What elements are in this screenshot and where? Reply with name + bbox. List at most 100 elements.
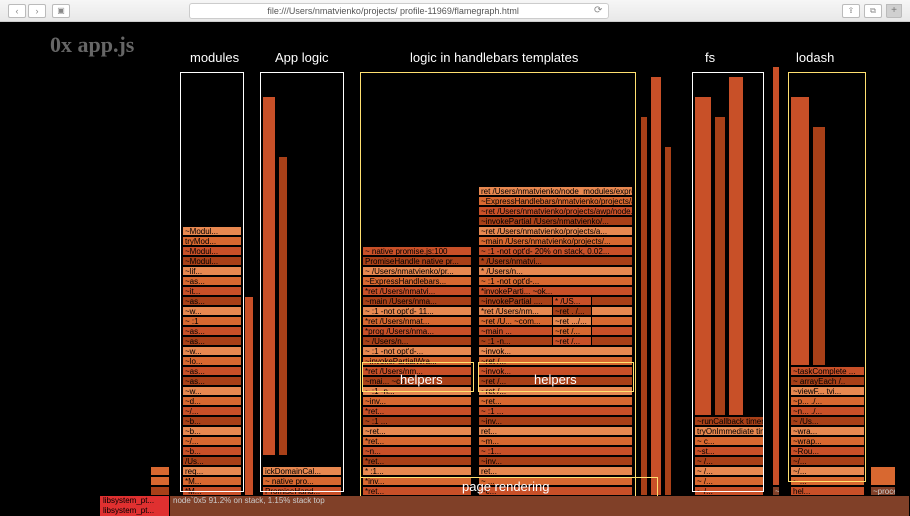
- frame[interactable]: *ret /Users/nmatvi...: [362, 286, 472, 296]
- frame[interactable]: ~ :1 -not opt'd-...: [362, 346, 472, 356]
- frame[interactable]: [714, 116, 726, 416]
- frame[interactable]: ~Modul...: [182, 256, 242, 266]
- frame[interactable]: ~b...: [182, 416, 242, 426]
- frame[interactable]: ~as...: [182, 366, 242, 376]
- frame[interactable]: ~w...: [182, 386, 242, 396]
- frame[interactable]: ~inv...: [362, 396, 472, 406]
- frame[interactable]: ~as...: [182, 276, 242, 286]
- frame[interactable]: *prog /Users/nma...: [362, 326, 472, 336]
- frame[interactable]: [262, 96, 276, 456]
- frame[interactable]: req...: [182, 466, 242, 476]
- frame[interactable]: ~ arrayEach /..: [790, 376, 865, 386]
- frame[interactable]: [812, 126, 826, 366]
- frame[interactable]: *ret...: [362, 486, 472, 496]
- frame[interactable]: ~ /...: [694, 466, 764, 476]
- frame[interactable]: ~Modul...: [182, 226, 242, 236]
- frame[interactable]: [650, 76, 662, 496]
- frame[interactable]: PromiseHand...: [262, 486, 342, 496]
- frame[interactable]: ~ ti...: [772, 486, 780, 496]
- frame[interactable]: ~/...: [182, 436, 242, 446]
- flame-col-lodash-spike[interactable]: [790, 96, 810, 366]
- frame[interactable]: *M...: [182, 476, 242, 486]
- frame[interactable]: *ret...: [362, 406, 472, 416]
- frame[interactable]: * :1...: [362, 466, 472, 476]
- frame-root-base[interactable]: [170, 506, 910, 516]
- frame[interactable]: ~w...: [182, 346, 242, 356]
- frame[interactable]: tryMod...: [182, 236, 242, 246]
- frame[interactable]: ~viewF... tvi...: [790, 386, 865, 396]
- frame[interactable]: ~as...: [182, 336, 242, 346]
- frame[interactable]: *ret...: [362, 436, 472, 446]
- frame[interactable]: ~ret /...: [478, 386, 633, 396]
- frame[interactable]: ret...: [478, 466, 633, 476]
- flame-col-stick[interactable]: ~ ti...: [772, 66, 780, 496]
- flame-col-lodash-spike2[interactable]: [812, 126, 826, 366]
- frame[interactable]: ~ native promise.js:100: [362, 246, 472, 256]
- frame[interactable]: ~n...: [362, 446, 472, 456]
- flame-col-fs-spike2[interactable]: [714, 116, 726, 416]
- frame[interactable]: * /US...: [552, 296, 592, 306]
- flame-col-fs-spike3[interactable]: [728, 76, 744, 416]
- frame[interactable]: ~ret .../...: [552, 316, 592, 326]
- frame[interactable]: [664, 146, 672, 496]
- back-button[interactable]: ‹: [8, 4, 26, 18]
- flame-col-hb2-extra[interactable]: ~ret /...~ret /...~ret .../...~ret . /..…: [552, 296, 592, 346]
- frame[interactable]: ~/...: [790, 466, 865, 476]
- frame[interactable]: ~as...: [182, 376, 242, 386]
- frame[interactable]: ret...: [478, 426, 633, 436]
- new-tab-button[interactable]: +: [886, 4, 902, 18]
- frame[interactable]: [640, 116, 648, 496]
- frame[interactable]: ~ ...: [478, 476, 633, 486]
- reload-icon[interactable]: ⟳: [594, 5, 602, 16]
- frame[interactable]: ickDomainCal...: [262, 466, 342, 476]
- frame[interactable]: ~ret /Users/nmatvienko/projects/awp/node…: [478, 206, 633, 216]
- frame[interactable]: ~st...: [694, 446, 764, 456]
- flame-col-app-logic[interactable]: PromiseHand...~ native pro...ickDomainCa…: [262, 466, 342, 496]
- frame[interactable]: ~m...: [478, 436, 633, 446]
- frame[interactable]: ~ :1 -not opt'd- 11...: [362, 306, 472, 316]
- flame-col-right[interactable]: ~processImmediate timers...: [870, 466, 896, 496]
- frame[interactable]: * /Users/n...: [478, 266, 633, 276]
- frame[interactable]: ~b...: [182, 446, 242, 456]
- frame[interactable]: ~p... ./...: [790, 396, 865, 406]
- frame[interactable]: ~ :1 ...: [478, 406, 633, 416]
- flame-col-spike4[interactable]: [664, 146, 672, 496]
- frame[interactable]: ~lo...: [182, 356, 242, 366]
- frame-libsystem2[interactable]: libsystem_pt...: [100, 506, 170, 516]
- tabs-icon[interactable]: ⧉: [864, 4, 882, 18]
- frame[interactable]: ~d...: [182, 396, 242, 406]
- frame[interactable]: ~ :1...: [478, 446, 633, 456]
- flame-col-app-spike2[interactable]: [278, 156, 288, 456]
- frame[interactable]: ~it...: [182, 286, 242, 296]
- frame[interactable]: ~/...: [182, 406, 242, 416]
- frame[interactable]: [278, 156, 288, 456]
- frame[interactable]: ~ :1 ...: [362, 416, 472, 426]
- frame[interactable]: ~main /Users/nma...: [362, 296, 472, 306]
- frame[interactable]: ~ExpressHandlebars/nmatvienko/projects/a…: [478, 196, 633, 206]
- frame[interactable]: ~Rou...: [790, 446, 865, 456]
- frame[interactable]: ~ret /...: [478, 356, 633, 366]
- flame-col-app-spike[interactable]: [262, 96, 276, 456]
- frame[interactable]: ~ExpressHandlebars...: [362, 276, 472, 286]
- frame[interactable]: ~wrap...: [790, 436, 865, 446]
- frame[interactable]: [790, 96, 810, 366]
- forward-button[interactable]: ›: [28, 4, 46, 18]
- frame[interactable]: ~c...: [478, 486, 633, 496]
- sidebar-toggle-icon[interactable]: ▣: [52, 4, 70, 18]
- frame[interactable]: ~b...: [182, 426, 242, 436]
- frame[interactable]: *ret /Users/nmat...: [362, 316, 472, 326]
- frame[interactable]: [694, 96, 712, 416]
- frame[interactable]: ~ /Users/nmatvienko/pr...: [362, 266, 472, 276]
- frame[interactable]: /Us...: [182, 456, 242, 466]
- frame[interactable]: ~ :1 -not opt'd- 20% on stack, 0.02...: [478, 246, 633, 256]
- frame[interactable]: [772, 66, 780, 486]
- frame[interactable]: ~ret /...: [552, 336, 592, 346]
- frame[interactable]: ~ :1 -n...: [362, 386, 472, 396]
- frame[interactable]: *inv...: [362, 476, 472, 486]
- flame-col-modules[interactable]: *M...*M...req.../Us...~b...~/...~b...~b.…: [182, 226, 242, 496]
- frame[interactable]: ~ret /Users/nmatvienko/projects/a...: [478, 226, 633, 236]
- frame[interactable]: ~ c...: [694, 436, 764, 446]
- frame[interactable]: ~ /Users/n...: [362, 336, 472, 346]
- frame[interactable]: ~invokePartial /Users/nmatvienko/...: [478, 216, 633, 226]
- frame[interactable]: ~as...: [182, 296, 242, 306]
